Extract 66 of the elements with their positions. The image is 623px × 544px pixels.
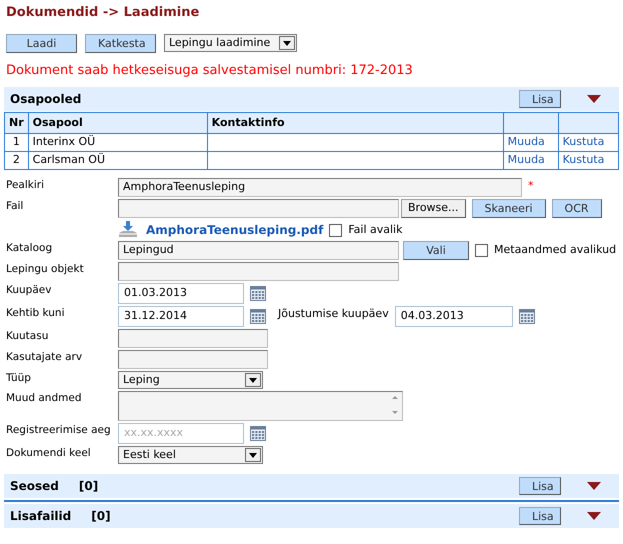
notice-text: Dokument saab hetkeseisuga salvestamisel numbri: 172-2013 bbox=[5, 62, 414, 80]
calendar-icon[interactable] bbox=[250, 286, 266, 301]
column-header: Kontaktinfo bbox=[207, 112, 504, 134]
section-title: Lisafailid bbox=[10, 508, 72, 525]
field-label: Lepingu objekt bbox=[5, 262, 85, 276]
dropdown-arrow-icon bbox=[249, 378, 257, 382]
dropdown[interactable]: Eesti keel bbox=[118, 446, 263, 464]
column-header: Osapool bbox=[28, 112, 208, 134]
browse-button[interactable]: Browse... bbox=[401, 199, 466, 218]
download-icon bbox=[118, 221, 138, 239]
file-field[interactable] bbox=[118, 199, 399, 218]
field-label: Tüüp bbox=[5, 371, 32, 385]
text-field[interactable] bbox=[118, 329, 268, 348]
ocr-button[interactable]: OCR bbox=[552, 199, 602, 218]
calendar-icon[interactable] bbox=[250, 309, 266, 324]
field-label: Fail bbox=[5, 199, 24, 213]
text-field[interactable] bbox=[118, 262, 399, 281]
table-cell: Carlsman OÜ bbox=[28, 152, 208, 170]
date-field[interactable]: 04.03.2013 bbox=[394, 306, 513, 327]
section-count: [0] bbox=[91, 508, 111, 525]
field-label: Kataloog bbox=[5, 241, 54, 255]
date-field[interactable]: 01.03.2013 bbox=[118, 283, 244, 304]
dropdown[interactable]: Leping bbox=[118, 371, 263, 389]
checkbox[interactable] bbox=[329, 224, 342, 236]
column-header: Nr bbox=[4, 112, 28, 134]
field-label: Dokumendi keel bbox=[5, 446, 92, 460]
table-cell: 2 bbox=[4, 152, 28, 170]
required-mark: * bbox=[528, 178, 534, 194]
checkbox[interactable] bbox=[475, 244, 488, 257]
attachment-link[interactable]: AmphoraTeenusleping.pdf bbox=[146, 221, 324, 239]
calendar-icon[interactable] bbox=[250, 426, 266, 441]
choose-button[interactable]: Vali bbox=[403, 241, 469, 260]
date-field[interactable]: 31.12.2014 bbox=[118, 306, 244, 327]
field-label: Kehtib kuni bbox=[5, 306, 66, 320]
scan-button[interactable]: Skaneeri bbox=[472, 199, 546, 218]
dropdown-arrow-icon bbox=[283, 40, 291, 46]
dropdown[interactable]: Lepingu laadimine bbox=[164, 34, 297, 52]
collapse-triangle-icon[interactable] bbox=[587, 482, 601, 490]
upload-button[interactable]: Laadi bbox=[6, 34, 77, 52]
table-cell: Interinx OÜ bbox=[28, 134, 208, 152]
field-label: Kuutasu bbox=[5, 329, 50, 343]
field-label: Kasutajate arv bbox=[5, 350, 84, 364]
text-field[interactable]: AmphoraTeenusleping bbox=[118, 178, 522, 197]
cancel-button[interactable]: Katkesta bbox=[85, 34, 156, 52]
table-cell: 1 bbox=[4, 134, 28, 152]
field-label: Registreerimise aeg bbox=[5, 423, 112, 437]
section-count: [0] bbox=[78, 478, 98, 495]
add-button[interactable]: Lisa bbox=[519, 90, 561, 108]
checkbox-label: Fail avalik bbox=[348, 222, 402, 238]
field-label: Muud andmed bbox=[5, 391, 82, 405]
calendar-icon[interactable] bbox=[518, 309, 535, 324]
text-area[interactable] bbox=[118, 391, 403, 421]
section-title: Osapooled bbox=[10, 91, 82, 108]
section-title: Seosed bbox=[10, 478, 59, 495]
text-field[interactable]: Lepingud bbox=[118, 241, 399, 260]
field-label: Jõustumise kuupäev bbox=[278, 306, 389, 322]
field-label: Kuupäev bbox=[5, 283, 52, 297]
add-button[interactable]: Lisa bbox=[519, 507, 561, 525]
collapse-triangle-icon[interactable] bbox=[587, 512, 601, 520]
text-field[interactable] bbox=[118, 350, 268, 369]
dropdown-arrow-icon bbox=[249, 452, 257, 458]
checkbox-label: Metaandmed avalikud bbox=[494, 242, 616, 258]
field-label: Pealkiri bbox=[5, 178, 46, 192]
collapse-triangle-icon[interactable] bbox=[587, 95, 601, 103]
add-button[interactable]: Lisa bbox=[519, 477, 561, 495]
page-title: Dokumendid -> Laadimine bbox=[5, 4, 200, 22]
